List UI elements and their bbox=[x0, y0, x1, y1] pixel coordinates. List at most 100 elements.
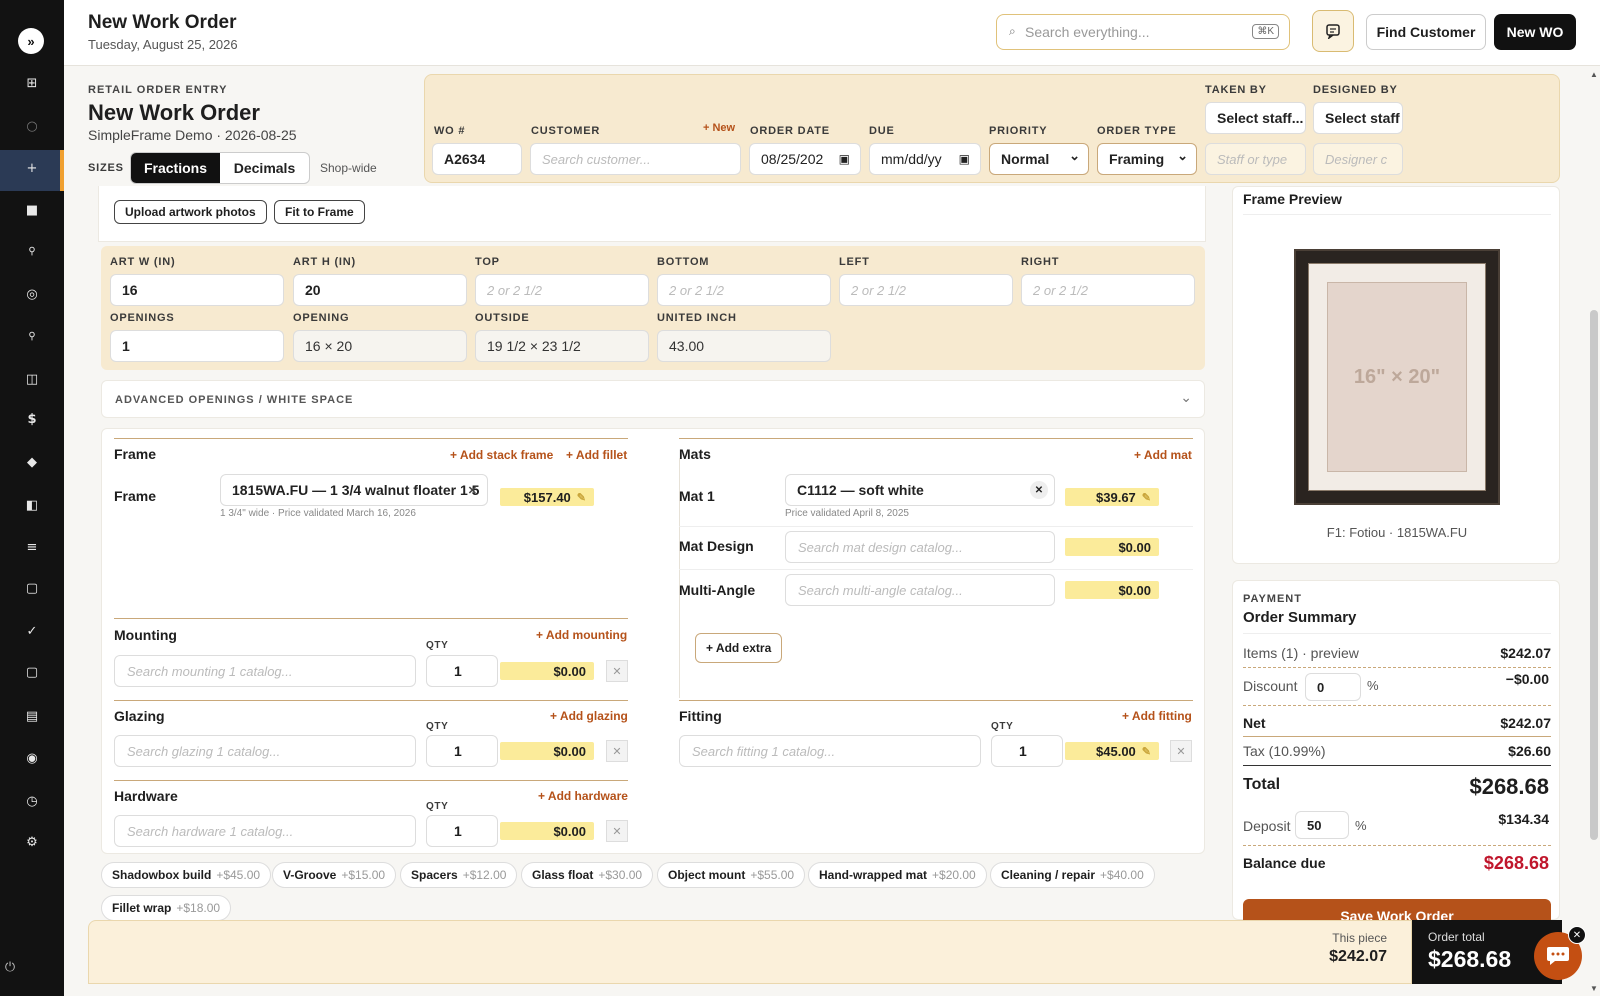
deposit-input[interactable]: 50 bbox=[1295, 811, 1349, 839]
discount-input[interactable]: 0 bbox=[1305, 673, 1361, 701]
addon-chip[interactable]: Shadowbox build +$45.00 bbox=[101, 862, 272, 888]
due-date-field[interactable]: mm/dd/yy ▣ bbox=[869, 143, 981, 175]
art-h-input[interactable]: 20 bbox=[293, 274, 467, 306]
top-margin-input[interactable]: 2 or 2 1/2 bbox=[475, 274, 649, 306]
fitting-price[interactable]: $45.00 ✎ bbox=[1065, 742, 1159, 760]
plus-icon[interactable]: + bbox=[20, 156, 44, 180]
left-margin-input[interactable]: 2 or 2 1/2 bbox=[839, 274, 1013, 306]
hardware-qty-input[interactable]: 1 bbox=[426, 815, 498, 847]
add-stack-frame-link[interactable]: + Add stack frame bbox=[450, 448, 553, 462]
upload-artwork-button[interactable]: Upload artwork photos bbox=[114, 200, 267, 224]
fit-to-frame-button[interactable]: Fit to Frame bbox=[274, 200, 365, 224]
customer-search-input[interactable]: Search customer... bbox=[530, 143, 741, 175]
new-customer-link[interactable]: + New bbox=[703, 122, 735, 134]
add-mounting-link[interactable]: + Add mounting bbox=[536, 628, 627, 642]
add-extra-button[interactable]: + Add extra bbox=[695, 633, 783, 663]
hardware-price[interactable]: $0.00 bbox=[500, 822, 594, 840]
calendar-icon[interactable]: ▣ bbox=[839, 152, 850, 166]
addon-chip[interactable]: Object mount +$55.00 bbox=[657, 862, 806, 888]
target-icon[interactable]: ◎ bbox=[20, 282, 44, 306]
addon-chip[interactable]: Glass float +$30.00 bbox=[521, 862, 654, 888]
power-icon[interactable]: ⏻ bbox=[0, 955, 20, 979]
mounting-search-input[interactable]: Search mounting 1 catalog... bbox=[114, 655, 416, 687]
mat1-price[interactable]: $39.67 ✎ bbox=[1065, 488, 1159, 506]
designed-by-select[interactable]: Select staff bbox=[1313, 102, 1403, 134]
fitting-qty-input[interactable]: 1 bbox=[991, 735, 1063, 767]
messages-button[interactable] bbox=[1312, 10, 1354, 52]
add-glazing-link[interactable]: + Add glazing bbox=[550, 709, 628, 723]
fractions-toggle[interactable]: Fractions bbox=[131, 153, 220, 183]
mat-design-price[interactable]: $0.00 bbox=[1065, 538, 1159, 556]
openings-input[interactable]: 1 bbox=[110, 330, 284, 362]
diamond-icon[interactable]: ◆ bbox=[20, 450, 44, 474]
scroll-up-icon[interactable]: ▲ bbox=[1590, 70, 1598, 79]
wo-number-field[interactable]: A2634 bbox=[432, 143, 522, 175]
advanced-openings-toggle[interactable]: ADVANCED OPENINGS / WHITE SPACE ⌄ bbox=[101, 380, 1205, 418]
close-chat-icon[interactable]: ✕ bbox=[1568, 926, 1586, 944]
add-hardware-link[interactable]: + Add hardware bbox=[538, 789, 628, 803]
multi-angle-input[interactable]: Search multi-angle catalog... bbox=[785, 574, 1055, 606]
mounting-price[interactable]: $0.00 bbox=[500, 662, 594, 680]
add-fitting-link[interactable]: + Add fitting bbox=[1122, 709, 1192, 723]
addon-chip[interactable]: Spacers +$12.00 bbox=[400, 862, 518, 888]
addon-chip[interactable]: V-Groove +$15.00 bbox=[272, 862, 397, 888]
edit-price-icon[interactable]: ✎ bbox=[577, 491, 586, 504]
fitting-search-input[interactable]: Search fitting 1 catalog... bbox=[679, 735, 981, 767]
find-customer-button[interactable]: Find Customer bbox=[1366, 14, 1486, 50]
remove-glazing-icon[interactable]: ✕ bbox=[606, 740, 628, 762]
glazing-search-input[interactable]: Search glazing 1 catalog... bbox=[114, 735, 416, 767]
edit-price-icon[interactable]: ✎ bbox=[1142, 491, 1151, 504]
clear-mat-icon[interactable]: ✕ bbox=[1030, 481, 1048, 499]
list-icon[interactable]: ≡ bbox=[20, 535, 44, 559]
calendar-icon[interactable]: ▣ bbox=[959, 152, 970, 166]
mounting-qty-input[interactable]: 1 bbox=[426, 655, 498, 687]
square-icon[interactable]: ■ bbox=[20, 198, 44, 222]
box-icon[interactable]: ▢ bbox=[20, 576, 44, 600]
table-icon[interactable]: ▤ bbox=[20, 704, 44, 728]
hardware-search-input[interactable]: Search hardware 1 catalog... bbox=[114, 815, 416, 847]
half-square-icon[interactable]: ◧ bbox=[20, 493, 44, 517]
designed-by-input[interactable]: Designer c bbox=[1313, 143, 1403, 175]
scrollbar-thumb[interactable] bbox=[1590, 310, 1598, 840]
addon-chip[interactable]: Hand-wrapped mat +$20.00 bbox=[808, 862, 987, 888]
circle-icon[interactable]: ○ bbox=[20, 114, 44, 138]
add-fillet-link[interactable]: + Add fillet bbox=[566, 448, 627, 462]
clock-icon[interactable]: ◷ bbox=[20, 789, 44, 813]
frame-price[interactable]: $157.40 ✎ bbox=[500, 488, 594, 506]
remove-mounting-icon[interactable]: ✕ bbox=[606, 660, 628, 682]
glazing-qty-input[interactable]: 1 bbox=[426, 735, 498, 767]
edit-price-icon[interactable]: ✎ bbox=[1142, 745, 1151, 758]
frame-select[interactable]: 1815WA.FU — 1 3/4 walnut floater 1 5 ✕ bbox=[220, 474, 488, 506]
box-alt-icon[interactable]: ▢ bbox=[20, 660, 44, 684]
multi-angle-price[interactable]: $0.00 bbox=[1065, 581, 1159, 599]
addon-chip[interactable]: Fillet wrap +$18.00 bbox=[101, 895, 232, 921]
scroll-down-icon[interactable]: ▼ bbox=[1590, 984, 1598, 993]
search-icon[interactable]: ⚲ bbox=[20, 239, 44, 263]
expand-rail-icon[interactable]: » bbox=[18, 28, 44, 54]
mat-design-input[interactable]: Search mat design catalog... bbox=[785, 531, 1055, 563]
mat1-select[interactable]: C1112 — soft white ✕ bbox=[785, 474, 1055, 506]
right-margin-input[interactable]: 2 or 2 1/2 bbox=[1021, 274, 1195, 306]
taken-by-select[interactable]: Select staff... bbox=[1205, 102, 1306, 134]
order-date-field[interactable]: 08/25/202 ▣ bbox=[749, 143, 861, 175]
glazing-price[interactable]: $0.00 bbox=[500, 742, 594, 760]
record-icon[interactable]: ◉ bbox=[20, 746, 44, 770]
addon-chip[interactable]: Cleaning / repair +$40.00 bbox=[990, 862, 1155, 888]
global-search-input[interactable]: ⌕ Search everything... ⌘K bbox=[996, 14, 1290, 50]
new-wo-button[interactable]: New WO bbox=[1494, 14, 1576, 50]
dashboard-icon[interactable]: ⊞ bbox=[20, 71, 44, 95]
decimals-toggle[interactable]: Decimals bbox=[220, 153, 309, 183]
remove-hardware-icon[interactable]: ✕ bbox=[606, 820, 628, 842]
gear-icon[interactable]: ⚙ bbox=[20, 830, 44, 854]
remove-fitting-icon[interactable]: ✕ bbox=[1170, 740, 1192, 762]
search-alt-icon[interactable]: ⚲ bbox=[20, 324, 44, 348]
bottom-margin-input[interactable]: 2 or 2 1/2 bbox=[657, 274, 831, 306]
priority-select[interactable]: Normal bbox=[989, 143, 1089, 175]
save-work-order-button[interactable]: Save Work Order bbox=[1243, 899, 1551, 921]
taken-by-input[interactable]: Staff or type bbox=[1205, 143, 1306, 175]
check-icon[interactable]: ✓ bbox=[20, 619, 44, 643]
dollar-icon[interactable]: $ bbox=[20, 407, 44, 431]
art-w-input[interactable]: 16 bbox=[110, 274, 284, 306]
order-type-select[interactable]: Framing bbox=[1097, 143, 1197, 175]
columns-icon[interactable]: ◫ bbox=[20, 367, 44, 391]
